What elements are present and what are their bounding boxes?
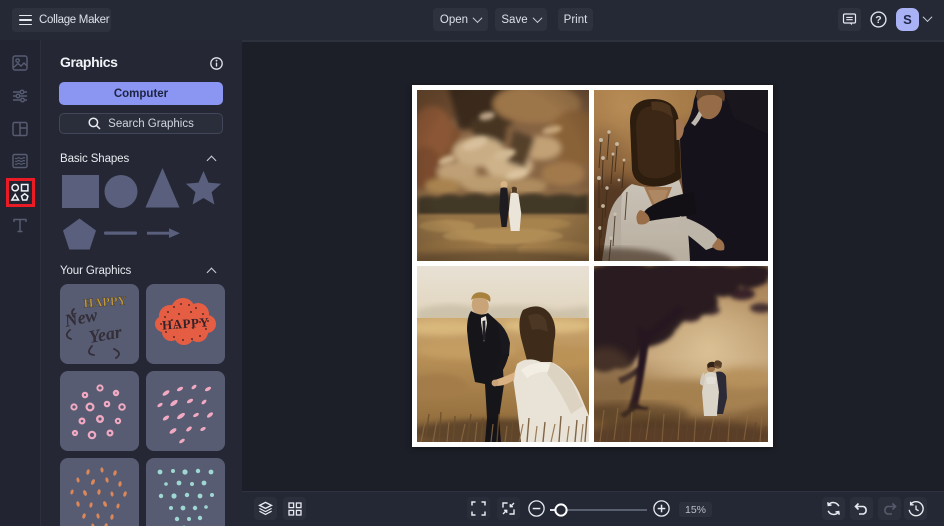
svg-text:?: ? [875,14,881,26]
